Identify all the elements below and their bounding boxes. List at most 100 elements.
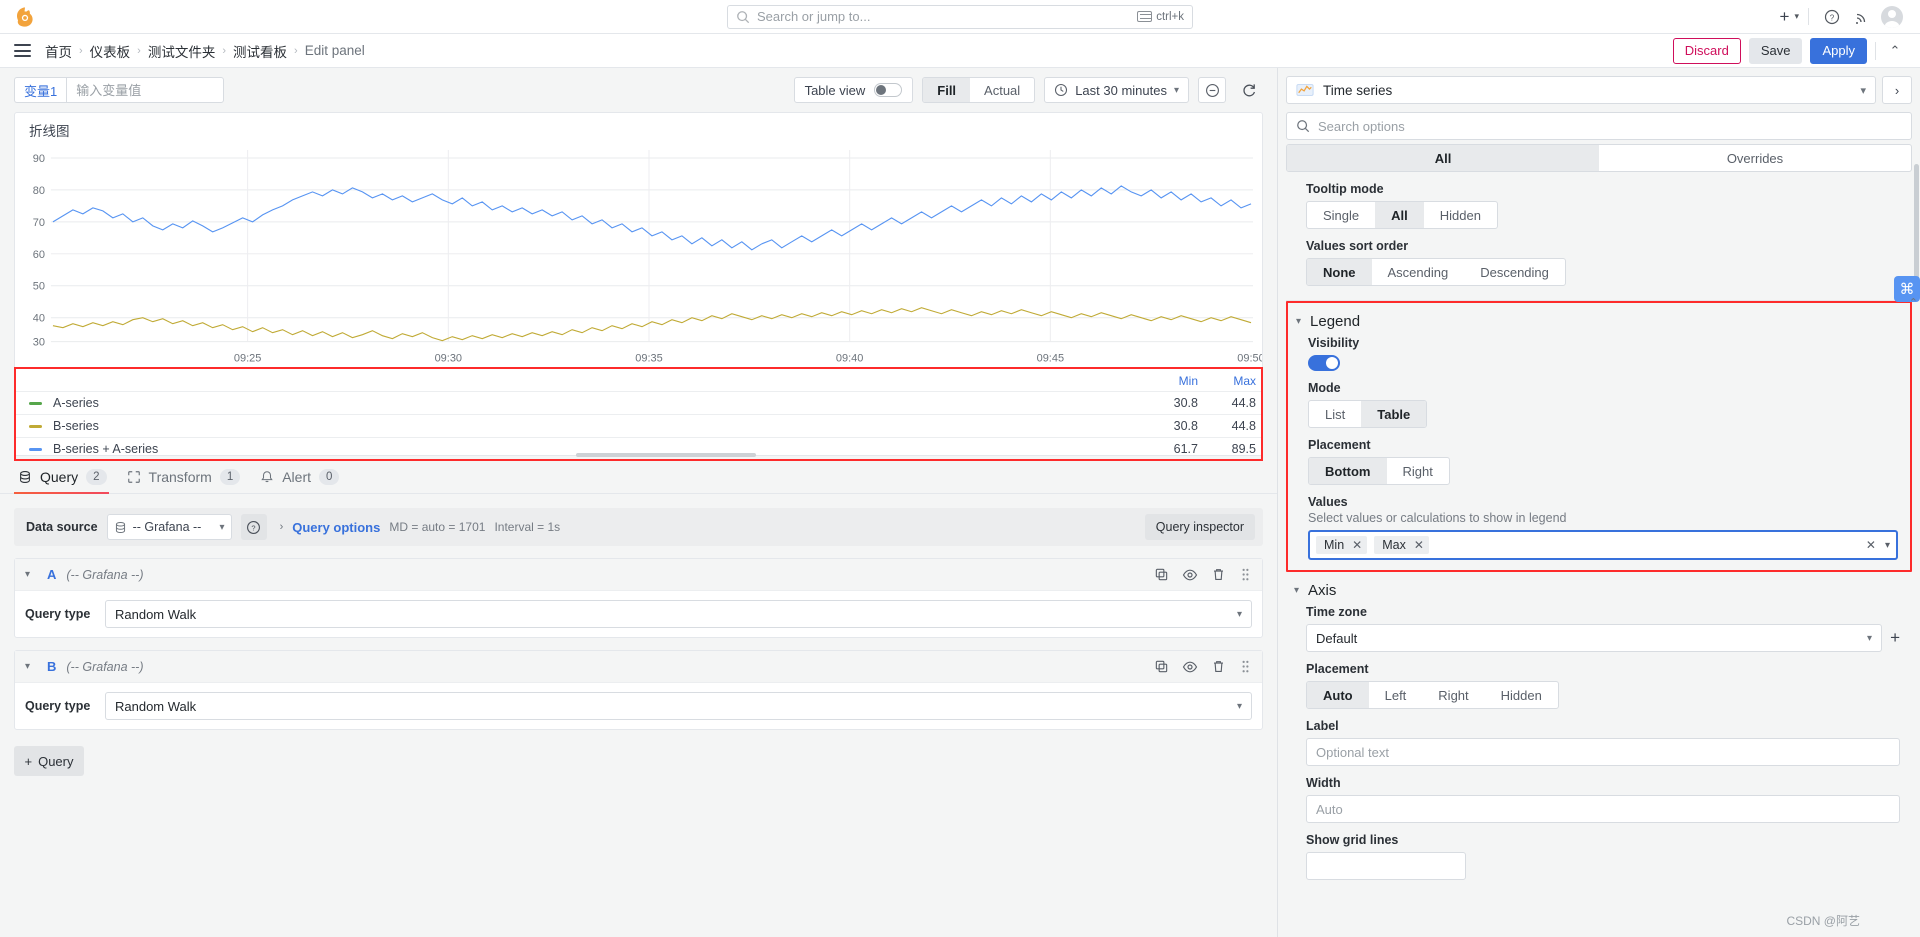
tab-overrides[interactable]: Overrides — [1599, 145, 1911, 171]
add-timezone-button[interactable]: + — [1890, 628, 1900, 648]
breadcrumb-item-2[interactable]: 测试文件夹 — [148, 41, 216, 61]
tab-transform[interactable]: Transform 1 — [123, 469, 257, 493]
legend-color-swatch[interactable] — [29, 447, 42, 451]
options-scrollbar[interactable] — [1914, 164, 1919, 294]
axis-grid-segment[interactable] — [1306, 852, 1466, 880]
tooltip-mode-all[interactable]: All — [1375, 202, 1424, 228]
query-a-letter[interactable]: A — [47, 567, 56, 582]
axis-timezone-select[interactable]: Default ▾ — [1306, 624, 1883, 652]
axis-width-input[interactable]: Auto — [1306, 795, 1900, 823]
global-search-bar[interactable]: Search or jump to... ctrl+k — [727, 4, 1193, 29]
axis-placement-right[interactable]: Right — [1422, 682, 1484, 708]
breadcrumb-item-3[interactable]: 测试看板 — [233, 41, 287, 61]
axis-label-input[interactable]: Optional text — [1306, 738, 1900, 766]
data-source-help-button[interactable]: ? — [240, 514, 267, 540]
news-button[interactable] — [1848, 4, 1876, 30]
legend-values-multiselect[interactable]: Min ✕ Max ✕ ✕ ▾ — [1308, 530, 1898, 560]
legend-color-swatch[interactable] — [29, 424, 42, 428]
options-search[interactable] — [1286, 112, 1912, 140]
variable-input[interactable] — [66, 77, 225, 103]
user-menu-button[interactable] — [1878, 4, 1906, 30]
legend-col-min[interactable]: Min — [1146, 373, 1204, 392]
collapse-options-button[interactable]: › — [1882, 76, 1912, 104]
query-b-type-select[interactable]: Random Walk ▾ — [105, 692, 1252, 720]
options-scroll-area[interactable]: All Overrides Tooltip mode Single All Hi… — [1278, 112, 1920, 937]
axis-section-header[interactable]: ▾ Axis — [1286, 572, 1912, 605]
apply-button[interactable]: Apply — [1810, 37, 1867, 64]
chevron-down-icon[interactable]: ▾ — [1885, 540, 1890, 551]
fill-button[interactable]: Fill — [923, 78, 971, 102]
chart-area[interactable]: 90 80 70 60 50 40 30 09:25 09:30 09:35 0… — [15, 140, 1262, 368]
trash-icon[interactable] — [1211, 567, 1226, 582]
discard-button[interactable]: Discard — [1672, 37, 1741, 64]
visualization-picker[interactable]: Time series ▾ — [1286, 76, 1876, 104]
hamburger-menu-icon[interactable] — [14, 44, 31, 57]
data-source-select[interactable]: -- Grafana -- ▾ — [106, 514, 232, 540]
chevron-right-icon[interactable]: › — [280, 521, 284, 533]
legend-scrollbar[interactable] — [576, 452, 757, 457]
legend-series-name[interactable]: B-series — [15, 413, 1146, 438]
legend-col-max[interactable]: Max — [1204, 373, 1262, 392]
zoom-out-button[interactable] — [1198, 77, 1226, 103]
legend-value-chip-min[interactable]: Min ✕ — [1316, 536, 1368, 554]
legend-color-swatch[interactable] — [29, 401, 42, 405]
tooltip-mode-single[interactable]: Single — [1307, 202, 1375, 228]
breadcrumb-item-0[interactable]: 首页 — [45, 41, 72, 61]
table-view-switch[interactable] — [874, 83, 903, 97]
legend-section-header[interactable]: ▾ Legend — [1288, 303, 1910, 336]
help-button[interactable]: ? — [1818, 4, 1846, 30]
drag-handle-icon[interactable] — [1239, 659, 1252, 674]
legend-row[interactable]: B-series 30.8 44.8 — [15, 413, 1262, 438]
refresh-button[interactable] — [1235, 77, 1263, 103]
chevron-down-icon[interactable]: ▾ — [25, 661, 37, 672]
query-a-type-select[interactable]: Random Walk ▾ — [105, 600, 1252, 628]
query-options-toggle[interactable]: Query options — [292, 520, 380, 535]
options-search-input[interactable] — [1318, 118, 1902, 134]
sort-ascending[interactable]: Ascending — [1372, 259, 1465, 285]
remove-chip-icon[interactable]: ✕ — [1352, 538, 1362, 552]
legend-max-value: 44.8 — [1204, 413, 1262, 438]
remove-chip-icon[interactable]: ✕ — [1414, 538, 1424, 552]
legend-row[interactable]: A-series 30.8 44.8 — [15, 390, 1262, 415]
sort-none[interactable]: None — [1307, 259, 1372, 285]
drag-handle-icon[interactable] — [1239, 567, 1252, 582]
legend-series-name[interactable]: A-series — [15, 390, 1146, 415]
save-button[interactable]: Save — [1748, 37, 1803, 64]
axis-placement-auto[interactable]: Auto — [1307, 682, 1369, 708]
legend-mode-list[interactable]: List — [1309, 401, 1361, 427]
time-range-picker[interactable]: Last 30 minutes ▾ — [1044, 77, 1189, 103]
panel-title[interactable]: 折线图 — [15, 113, 1262, 140]
trash-icon[interactable] — [1211, 659, 1226, 674]
grafana-logo-icon[interactable] — [14, 6, 36, 28]
add-query-button[interactable]: + Query — [14, 746, 84, 776]
tab-query[interactable]: Query 2 — [14, 469, 123, 494]
breadcrumb-item-1[interactable]: 仪表板 — [90, 41, 131, 61]
axis-placement-left[interactable]: Left — [1369, 682, 1423, 708]
chevron-up-icon[interactable]: ⌃ — [1909, 296, 1918, 309]
query-b-datasource: (-- Grafana --) — [66, 659, 144, 674]
legend-visibility-toggle[interactable] — [1308, 355, 1340, 371]
eye-icon[interactable] — [1182, 567, 1198, 583]
legend-placement-right[interactable]: Right — [1387, 458, 1449, 484]
panel-legend[interactable]: Min Max A-series 30.8 44.8 B-series 30.8… — [14, 366, 1263, 461]
table-view-toggle[interactable]: Table view — [793, 77, 914, 103]
chevron-down-icon[interactable]: ▾ — [1794, 11, 1799, 22]
chevron-up-icon[interactable]: ⌃ — [1884, 39, 1906, 63]
copy-icon[interactable] — [1154, 659, 1169, 674]
tooltip-mode-hidden[interactable]: Hidden — [1424, 202, 1497, 228]
eye-icon[interactable] — [1182, 659, 1198, 675]
query-b-letter[interactable]: B — [47, 659, 56, 674]
axis-placement-hidden[interactable]: Hidden — [1485, 682, 1558, 708]
breadcrumb: 首页 › 仪表板 › 测试文件夹 › 测试看板 › Edit panel — [45, 41, 365, 61]
legend-mode-table[interactable]: Table — [1361, 401, 1427, 427]
sort-descending[interactable]: Descending — [1464, 259, 1565, 285]
tab-alert[interactable]: Alert 0 — [256, 469, 355, 493]
legend-value-chip-max[interactable]: Max ✕ — [1374, 536, 1429, 554]
chevron-down-icon[interactable]: ▾ — [25, 569, 37, 580]
legend-placement-bottom[interactable]: Bottom — [1309, 458, 1387, 484]
clear-x-icon[interactable]: ✕ — [1866, 538, 1876, 552]
query-inspector-button[interactable]: Query inspector — [1144, 514, 1255, 540]
copy-icon[interactable] — [1154, 567, 1169, 582]
actual-button[interactable]: Actual — [970, 78, 1034, 102]
tab-all[interactable]: All — [1287, 145, 1599, 171]
